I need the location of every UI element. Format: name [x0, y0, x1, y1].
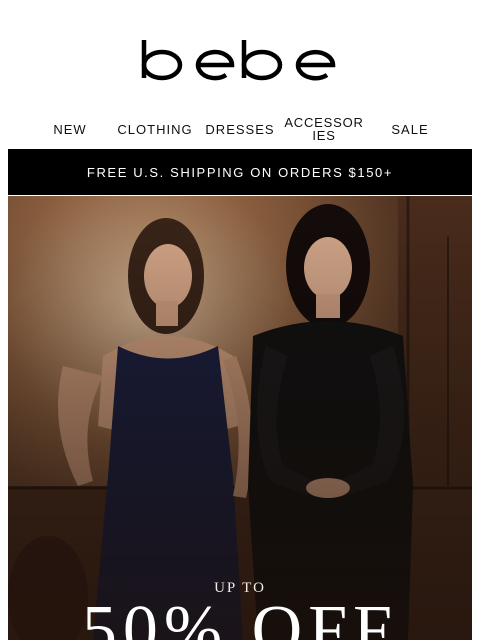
bebe-logo[interactable]: bebe: [0, 38, 480, 87]
free-shipping-banner[interactable]: FREE U.S. SHIPPING ON ORDERS $150+: [8, 149, 472, 195]
hero-title: 50% OFF: [81, 592, 399, 640]
nav-item-dresses[interactable]: DRESSES: [200, 114, 280, 144]
nav-item-accessories[interactable]: ACCESSOR IES: [282, 114, 366, 144]
hero-banner[interactable]: UP TO 50% OFF: [8, 196, 472, 640]
nav-item-sale[interactable]: SALE: [380, 114, 440, 144]
hero-image: [8, 196, 472, 640]
nav-item-new[interactable]: NEW: [40, 114, 100, 144]
promo-text: FREE U.S. SHIPPING ON ORDERS $150+: [86, 164, 394, 180]
brand-logo-image: bebe: [141, 40, 336, 81]
nav-item-clothing[interactable]: CLOTHING: [112, 114, 198, 144]
main-nav: NEW CLOTHING DRESSES ACCESSOR IES SALE: [40, 114, 450, 144]
